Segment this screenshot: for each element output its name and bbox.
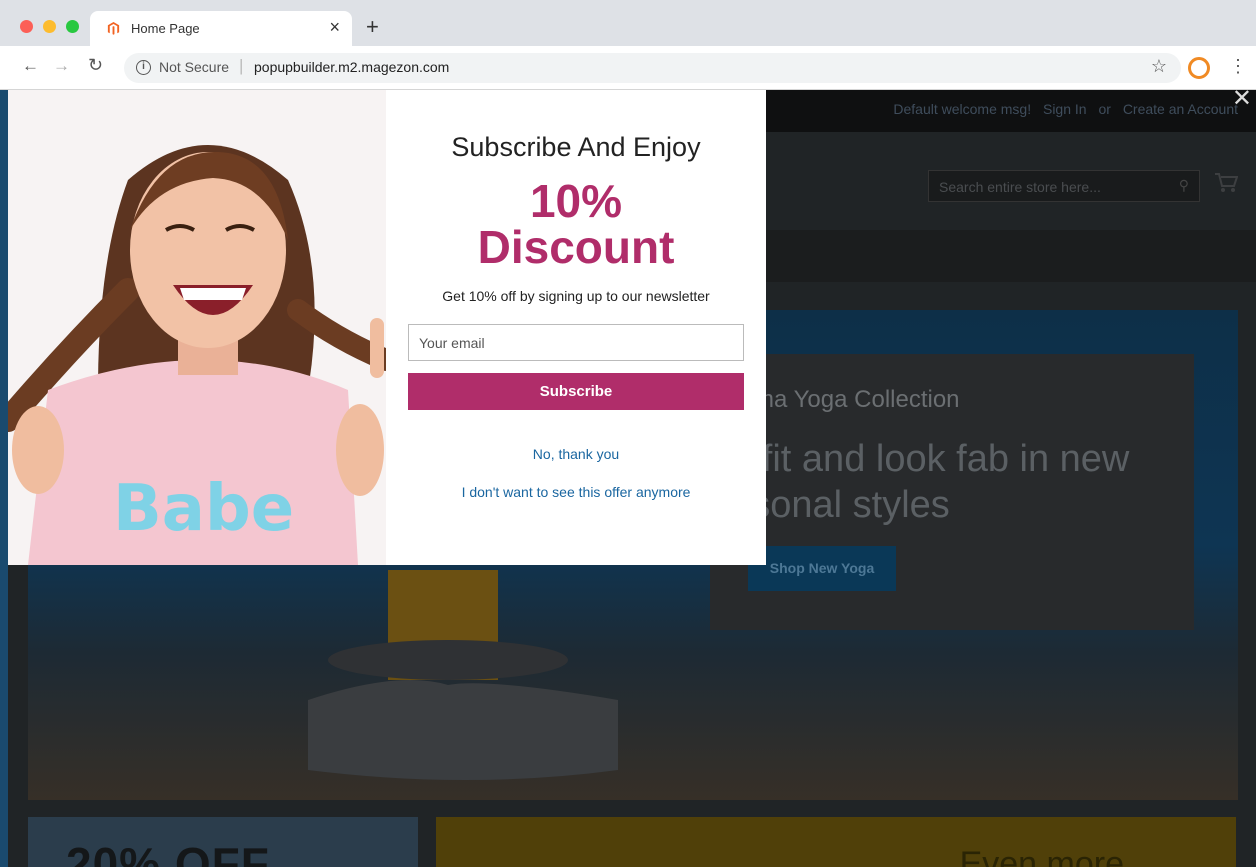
shop-new-yoga-button[interactable]: Shop New Yoga [748,546,896,591]
popup-description: Get 10% off by signing up to our newslet… [442,288,710,304]
decline-link[interactable]: No, thank you [386,446,766,462]
popup-discount-percent: 10% [529,175,623,227]
welcome-message: Default welcome msg! [893,101,1032,117]
back-arrow-icon[interactable]: ← [22,56,39,76]
yoga-person-image [308,570,618,780]
subscribe-button[interactable]: Subscribe [408,373,744,410]
extension-icon[interactable] [1188,57,1210,79]
tab-close-icon[interactable]: × [329,17,340,38]
search-placeholder: Search entire store here... [939,179,1101,195]
info-icon[interactable]: i [136,60,151,75]
smiling-woman-illustration: Babe [8,90,386,565]
search-icon[interactable]: ⚲ [1179,177,1189,194]
popup-close-icon[interactable]: ✕ [1232,90,1252,113]
promo-box: ew Luma Yoga Collection Get fit and look… [690,354,1194,630]
promo-tile-right[interactable]: Even more [436,817,1236,867]
popup-heading: Subscribe And Enjoy [451,132,701,162]
browser-menu-icon[interactable]: ⋮ [1229,56,1247,77]
tab-title: Home Page [131,21,200,36]
email-field[interactable] [408,324,744,361]
popup-model-image: Babe [8,90,386,565]
url-text[interactable]: popupbuilder.m2.magezon.com [254,59,449,75]
browser-toolbar: ← → ↻ i Not Secure | popupbuilder.m2.mag… [0,46,1256,90]
reload-icon[interactable]: ↻ [88,55,103,76]
never-show-link[interactable]: I don't want to see this offer anymore [386,484,766,500]
browser-tab-bar: Home Page × + [0,0,1256,46]
webpage: Default welcome msg! Sign In or Create a… [8,90,1256,867]
magento-logo-icon [107,21,120,35]
popup-content: Subscribe And Enjoy 10% Discount Get 10%… [386,90,766,565]
forward-arrow-icon[interactable]: → [53,56,70,76]
new-tab-button[interactable]: + [366,14,379,40]
promo-tile-left-text: 20% OFF [66,838,270,867]
header-links: Default welcome msg! Sign In or Create a… [885,101,1238,117]
security-label: Not Secure [159,59,230,75]
popup-discount-label: Discount [477,221,675,273]
url-separator: | [239,56,244,75]
or-text: or [1098,101,1111,117]
sign-in-link[interactable]: Sign In [1043,101,1087,117]
cart-icon[interactable] [1214,172,1238,194]
newsletter-popup: Babe Subscribe And Enjoy 10% Discount Ge… [8,90,766,565]
maximize-window-button[interactable] [66,20,79,33]
promo-tile-left[interactable]: 20% OFF [28,817,418,867]
bookmark-star-icon[interactable]: ☆ [1151,56,1167,77]
close-window-button[interactable] [20,20,33,33]
browser-tab[interactable]: Home Page × [90,11,352,46]
address-bar[interactable]: i Not Secure | popupbuilder.m2.magezon.c… [124,53,1181,83]
promo-tile-right-text: Even more [959,845,1124,867]
create-account-link[interactable]: Create an Account [1123,101,1238,117]
store-search-input[interactable]: Search entire store here... ⚲ [928,170,1200,202]
shirt-text: Babe [113,472,294,546]
minimize-window-button[interactable] [43,20,56,33]
